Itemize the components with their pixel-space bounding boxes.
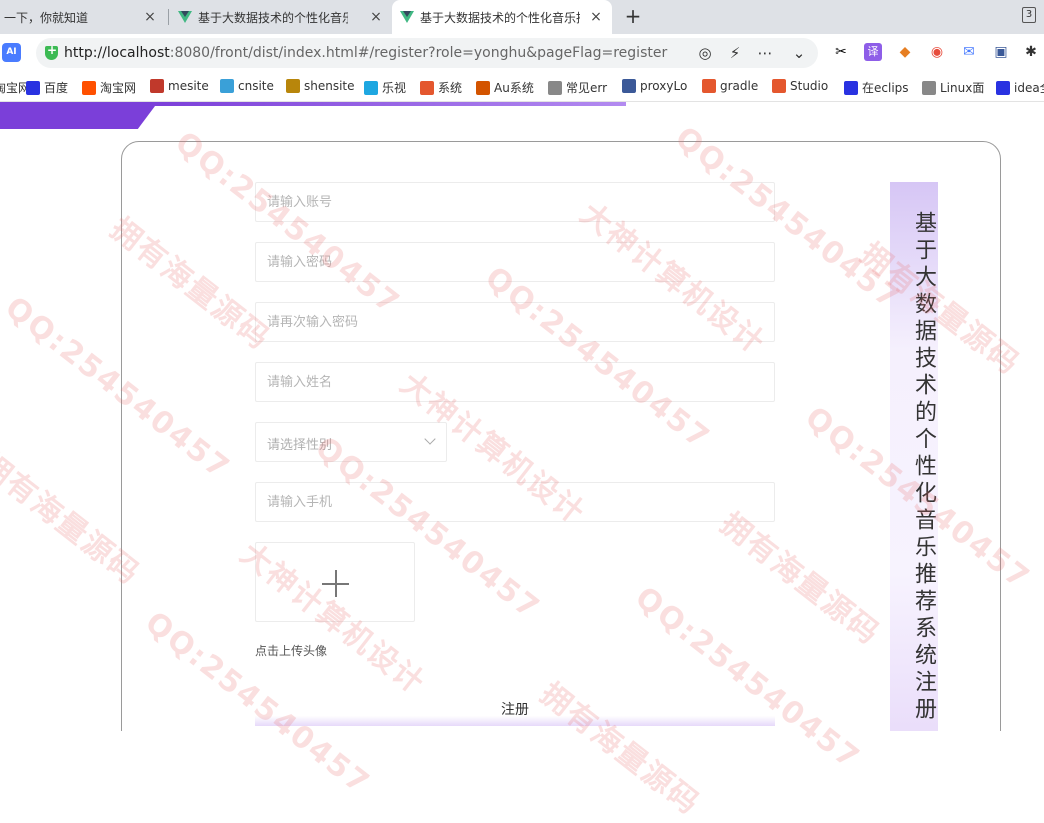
bookmark-label: cnsite [238, 79, 274, 93]
name-input[interactable] [255, 362, 775, 402]
tab-music-system-1[interactable]: 基于大数据技术的个性化音乐推荐系统 × [170, 0, 392, 34]
baidu-paw-icon [26, 80, 40, 95]
bookmark-icon [150, 79, 164, 93]
bookmark-label: 乐视 [382, 81, 407, 95]
tab-title: 一下，你就知道 [4, 10, 89, 25]
bookmark-label: Studio [790, 79, 829, 93]
bookmark-label: Au系统 [494, 81, 534, 95]
bookmark-item[interactable]: Studio [772, 79, 828, 93]
bookmark-label: 在eclips [862, 81, 909, 95]
upload-hint: 点击上传头像 [255, 644, 328, 658]
pocket-icon[interactable]: ▣ [992, 43, 1010, 61]
bookmark-label: 百度 [44, 81, 69, 95]
bookmark-item[interactable]: proxyLo [622, 79, 687, 93]
bookmark-item[interactable]: gradle [702, 79, 758, 93]
bookmark-label: gradle [720, 79, 759, 93]
tab-bar: 一下，你就知道 × 基于大数据技术的个性化音乐推荐系统 × 基于大数据技术的个性… [0, 0, 1044, 34]
bookmark-icon [772, 79, 786, 93]
gender-select-placeholder: 请选择性别 [267, 438, 333, 453]
bookmark-item[interactable]: 淘宝网 [82, 79, 136, 96]
compass-icon[interactable]: ◎ [696, 44, 714, 62]
security-shield-icon[interactable] [45, 43, 58, 60]
plus-icon [322, 570, 349, 597]
page-content: 请选择性别 点击上传头像 注册 基于大数据技术的个性化音乐推荐系统注册 [0, 102, 1044, 731]
bookmark-icon [220, 79, 234, 93]
bookmark-item[interactable]: cnsite [220, 79, 274, 93]
game-controller-icon[interactable]: ◆ [896, 43, 914, 61]
header-banner [0, 102, 158, 129]
globe-icon [922, 80, 936, 95]
register-button[interactable]: 注册 [255, 692, 775, 726]
bookmark-label: Linux面 [940, 81, 985, 95]
bookmarks-bar: 淘宝网 百度 淘宝网 mesite cnsite shensite 乐视 系统 … [0, 72, 1044, 102]
bookmark-label: shensite [304, 79, 355, 93]
gender-select[interactable]: 请选择性别 [255, 422, 447, 462]
tab-count-badge[interactable]: 3 [1022, 7, 1036, 23]
new-tab-button[interactable]: + [622, 5, 644, 27]
bookmark-label: 系统 [438, 81, 463, 95]
ai-assistant-icon[interactable]: AI [2, 43, 21, 62]
bookmark-label: 淘宝网 [100, 81, 137, 95]
bookmark-item[interactable]: 百度 [26, 79, 68, 96]
lightning-icon[interactable]: ⚡ [726, 44, 744, 62]
bookmark-item[interactable]: 乐视 [364, 79, 406, 96]
bookmark-item[interactable]: shensite [286, 79, 355, 93]
bookmark-label: proxyLo [640, 79, 688, 93]
tab-separator [168, 9, 169, 25]
bookmark-icon [702, 79, 716, 93]
more-icon[interactable]: ⋯ [756, 44, 774, 62]
bookmark-item[interactable]: mesite [150, 79, 209, 93]
bookmark-icon [476, 80, 490, 95]
bookmark-icon [420, 80, 434, 95]
chevron-down-icon [424, 433, 436, 445]
tab-title: 基于大数据技术的个性化音乐推荐系统 [198, 10, 348, 25]
password-confirm-input[interactable] [255, 302, 775, 342]
url-text: http://localhost:8080/front/dist/index.h… [64, 45, 667, 61]
bookmark-item[interactable]: 常见err [548, 79, 607, 96]
bookmark-item[interactable]: idea全 [996, 79, 1044, 96]
password-input[interactable] [255, 242, 775, 282]
tab-title: 基于大数据技术的个性化音乐推荐系统 [420, 10, 580, 25]
bookmark-item[interactable]: 在eclips [844, 79, 909, 96]
page-title: 基于大数据技术的个性化音乐推荐系统注册 [890, 182, 938, 731]
avatar-upload[interactable] [255, 542, 415, 622]
close-tab-icon[interactable]: × [588, 9, 604, 25]
bookmark-item[interactable]: Linux面 [922, 79, 984, 96]
tv-icon [364, 80, 378, 95]
header-accent-line [150, 102, 626, 106]
weibo-icon[interactable]: ◉ [928, 43, 946, 61]
baidu-paw-icon [844, 80, 858, 95]
baidu-paw-icon [996, 80, 1010, 95]
chevron-down-icon[interactable]: ⌄ [790, 44, 808, 62]
bookmark-label: 常见err [566, 81, 608, 95]
register-card [121, 141, 1001, 731]
bookmark-icon [286, 79, 300, 93]
globe-icon [548, 80, 562, 95]
extensions-puzzle-icon[interactable]: ✱ [1022, 43, 1040, 61]
mail-icon[interactable]: ✉ [960, 43, 978, 61]
close-tab-icon[interactable]: × [368, 9, 384, 25]
scissors-icon[interactable]: ✂ [832, 43, 850, 61]
url-host: http://localhost [64, 45, 170, 61]
bookmark-icon [622, 79, 636, 93]
bookmark-item[interactable]: 系统 [420, 79, 462, 96]
account-input[interactable] [255, 182, 775, 222]
translate-icon[interactable]: 译 [864, 43, 882, 61]
tab-baidu[interactable]: 一下，你就知道 × [0, 0, 166, 34]
tab-music-system-active[interactable]: 基于大数据技术的个性化音乐推荐系统 × [392, 0, 612, 34]
url-path: :8080/front/dist/index.html#/register?ro… [169, 45, 668, 61]
close-tab-icon[interactable]: × [142, 9, 158, 25]
bookmark-item[interactable]: Au系统 [476, 79, 534, 96]
bookmark-label: idea全 [1014, 81, 1044, 95]
vue-logo-icon [178, 11, 192, 23]
bookmark-label: mesite [168, 79, 209, 93]
vue-logo-icon [400, 11, 414, 23]
address-toolbar: AI http://localhost:8080/front/dist/inde… [0, 34, 1044, 72]
phone-input[interactable] [255, 482, 775, 522]
address-bar[interactable]: http://localhost:8080/front/dist/index.h… [36, 38, 818, 68]
taobao-icon [82, 80, 96, 95]
